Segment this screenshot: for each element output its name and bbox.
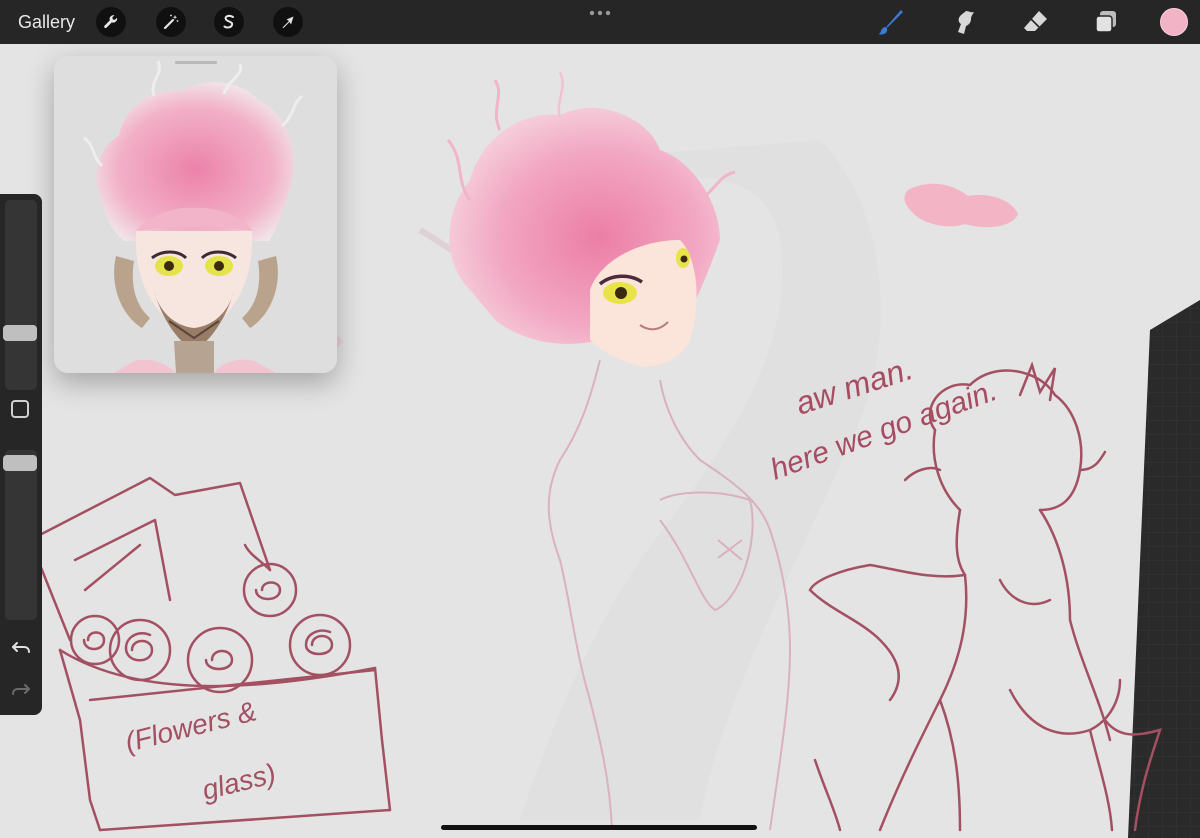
paint-tool-button[interactable] — [874, 6, 906, 38]
opacity-slider[interactable] — [5, 450, 37, 620]
home-indicator[interactable] — [441, 825, 757, 830]
selection-icon — [223, 14, 234, 29]
brush-sidebar — [0, 194, 42, 715]
adjustments-button[interactable] — [156, 7, 186, 37]
reference-image — [54, 56, 337, 373]
smudge-icon — [958, 11, 974, 34]
magic-wand-icon — [163, 14, 179, 30]
layers-icon — [1095, 11, 1116, 33]
actions-button[interactable] — [96, 7, 126, 37]
color-picker-button[interactable] — [1160, 8, 1188, 36]
redo-icon[interactable] — [10, 678, 32, 700]
brush-size-slider[interactable] — [5, 200, 37, 390]
selection-button[interactable] — [214, 7, 244, 37]
brush-icon — [878, 10, 903, 35]
top-toolbar: Gallery — [0, 0, 1200, 44]
character-head-drawing — [446, 71, 736, 367]
reference-window[interactable] — [54, 56, 337, 373]
eraser-tool-button[interactable] — [1020, 6, 1052, 38]
box-label-line-2: glass) — [199, 758, 279, 806]
wrench-icon — [104, 15, 118, 29]
smudge-tool-button[interactable] — [948, 6, 980, 38]
transform-button[interactable] — [273, 7, 303, 37]
undo-icon[interactable] — [10, 636, 32, 658]
layers-button[interactable] — [1090, 6, 1122, 38]
transform-arrow-icon — [282, 16, 294, 28]
procreate-app: Gallery aw man. here we go again. (Flowe… — [0, 0, 1200, 838]
brush-size-thumb[interactable] — [3, 325, 37, 342]
gallery-button[interactable]: Gallery — [18, 11, 75, 33]
more-options-icon[interactable] — [586, 6, 614, 20]
reference-drag-handle[interactable] — [175, 61, 217, 64]
box-label-line-1: (Flowers & — [122, 695, 259, 757]
eraser-icon — [1024, 11, 1047, 31]
paint-blob — [904, 183, 1018, 228]
box-label: (Flowers & glass) — [122, 695, 279, 805]
modify-button[interactable] — [11, 400, 29, 418]
opacity-thumb[interactable] — [3, 454, 37, 471]
